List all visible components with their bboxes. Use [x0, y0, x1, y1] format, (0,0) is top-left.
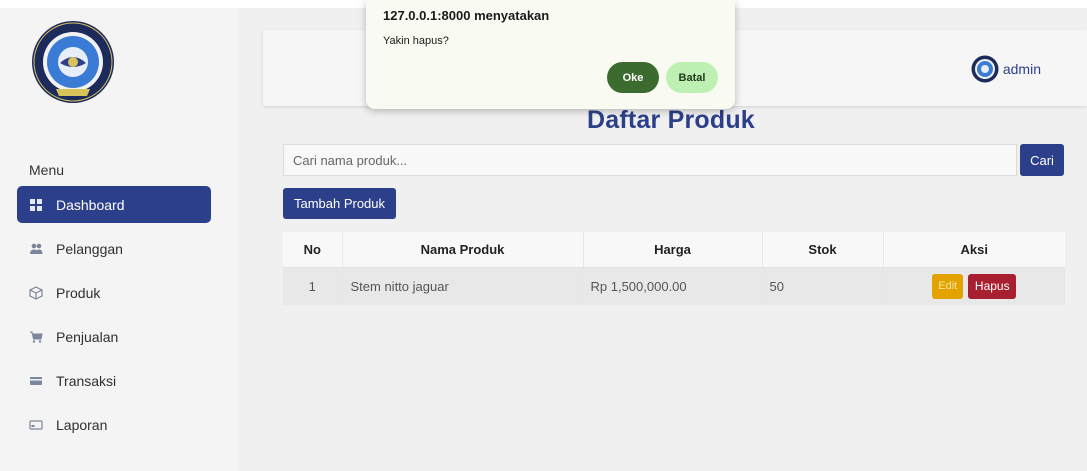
dialog-message: Yakin hapus?: [383, 35, 449, 47]
cell-actions: Edit Hapus: [883, 267, 1065, 305]
sidebar-item-produk[interactable]: Produk: [17, 274, 211, 311]
cell-price: Rp 1,500,000.00: [583, 267, 763, 305]
card-icon: [29, 374, 43, 388]
delete-button[interactable]: Hapus: [968, 273, 1017, 299]
search-button[interactable]: Cari: [1020, 144, 1064, 176]
search-input[interactable]: [283, 144, 1017, 176]
grid-icon: [29, 198, 43, 212]
sidebar-item-dashboard[interactable]: Dashboard: [17, 186, 211, 223]
report-icon: [29, 418, 43, 432]
product-table: No Nama Produk Harga Stok Aksi 1 Stem ni…: [283, 232, 1065, 305]
dialog-title: 127.0.0.1:8000 menyatakan: [383, 8, 550, 23]
box-icon: [29, 285, 43, 300]
table-row: 1 Stem nitto jaguar Rp 1,500,000.00 50 E…: [283, 267, 1065, 305]
cell-product-name: Stem nitto jaguar: [342, 267, 584, 305]
user-menu[interactable]: admin: [971, 55, 1041, 83]
sidebar-item-laporan[interactable]: Laporan: [17, 406, 211, 443]
users-icon: [29, 242, 43, 256]
sidebar-item-label: Dashboard: [56, 196, 125, 213]
sidebar-item-label: Pelanggan: [56, 240, 123, 257]
sidebar-item-label: Transaksi: [56, 372, 117, 389]
column-header-stock: Stok: [762, 232, 884, 268]
column-header-no: No: [283, 232, 343, 268]
column-header-action: Aksi: [883, 232, 1065, 268]
cell-stock: 50: [762, 267, 884, 305]
sidebar-item-label: Penjualan: [56, 328, 119, 345]
confirm-dialog: 127.0.0.1:8000 menyatakan Yakin hapus? O…: [366, 0, 735, 109]
cell-no: 1: [283, 267, 343, 305]
add-product-button[interactable]: Tambah Produk: [283, 188, 396, 219]
cancel-button[interactable]: Batal: [666, 62, 718, 93]
user-name: admin: [1002, 61, 1041, 77]
sidebar: Menu Dashboard Pelanggan Produk Penjuala…: [0, 8, 238, 471]
app-window: Menu Dashboard Pelanggan Produk Penjuala…: [0, 0, 1087, 471]
column-header-price: Harga: [583, 232, 763, 268]
cart-icon: [29, 330, 43, 344]
sidebar-nav: Dashboard Pelanggan Produk Penjualan Tra…: [17, 186, 211, 450]
school-logo: [30, 19, 116, 105]
avatar: [971, 55, 999, 83]
table-header-row: No Nama Produk Harga Stok Aksi: [283, 232, 1065, 268]
sidebar-item-label: Produk: [56, 284, 101, 301]
column-header-name: Nama Produk: [342, 232, 584, 268]
sidebar-item-transaksi[interactable]: Transaksi: [17, 362, 211, 399]
sidebar-item-pelanggan[interactable]: Pelanggan: [17, 230, 211, 267]
menu-heading: Menu: [29, 162, 65, 178]
sidebar-item-penjualan[interactable]: Penjualan: [17, 318, 211, 355]
ok-button[interactable]: Oke: [607, 62, 659, 93]
edit-button[interactable]: Edit: [932, 273, 964, 299]
page-title: Daftar Produk: [587, 106, 755, 134]
sidebar-item-label: Laporan: [56, 416, 108, 433]
